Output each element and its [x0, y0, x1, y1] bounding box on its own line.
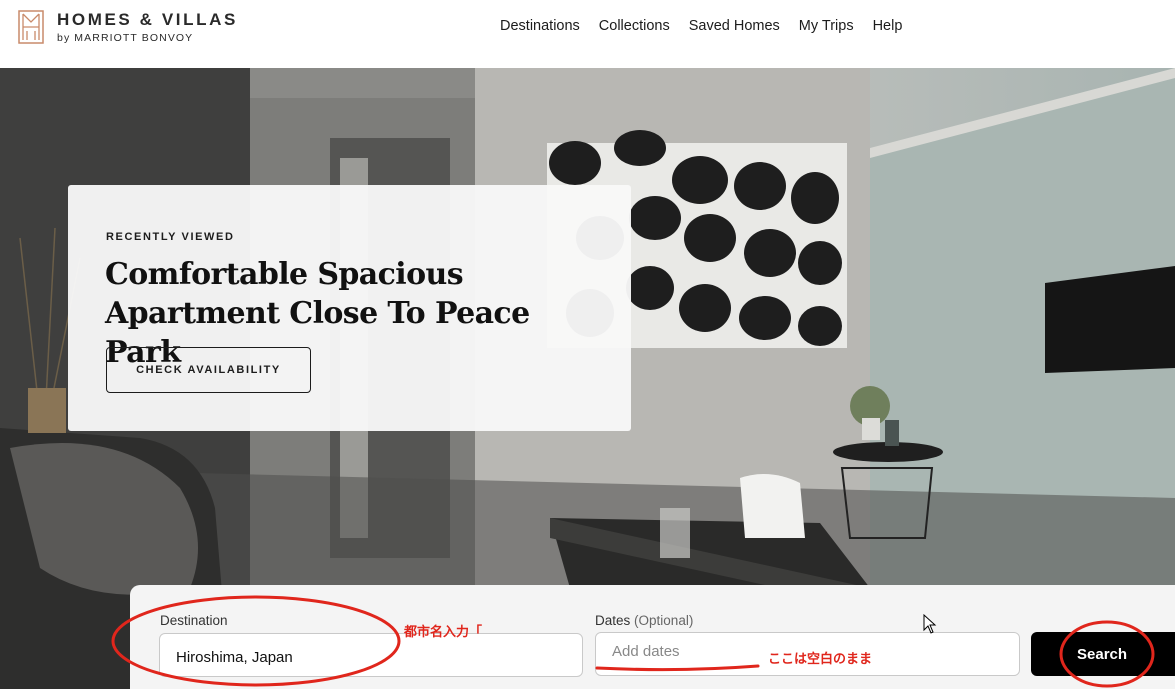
brand-subtitle: by MARRIOTT BONVOY [57, 32, 194, 44]
city-annotation-note: 都市名入力「 [404, 624, 483, 639]
main-nav: Destinations Collections Saved Homes My … [500, 18, 921, 34]
dates-annotation-note: ここは空白のまま [768, 651, 873, 666]
nav-my-trips[interactable]: My Trips [799, 18, 854, 34]
brand-title[interactable]: HOMES & VILLAS [57, 10, 238, 30]
site-header: HOMES & VILLAS by MARRIOTT BONVOY Destin… [0, 0, 1175, 68]
check-availability-button[interactable]: CHECK AVAILABILITY [106, 347, 311, 393]
destination-label: Destination [160, 613, 228, 628]
nav-saved-homes[interactable]: Saved Homes [689, 18, 780, 34]
dates-label: Dates (Optional) [595, 613, 693, 628]
homes-villas-logo-icon[interactable] [18, 10, 44, 44]
dates-label-text: Dates [595, 613, 631, 628]
nav-destinations[interactable]: Destinations [500, 18, 580, 34]
destination-input[interactable] [159, 633, 583, 677]
recently-viewed-eyebrow: RECENTLY VIEWED [106, 231, 235, 243]
nav-collections[interactable]: Collections [599, 18, 670, 34]
dates-optional-text: (Optional) [634, 613, 694, 628]
search-panel: Destination Dates (Optional) Search [130, 585, 1175, 689]
search-button[interactable]: Search [1031, 632, 1175, 676]
nav-help[interactable]: Help [873, 18, 903, 34]
recently-viewed-card: RECENTLY VIEWED Comfortable Spacious Apa… [68, 185, 631, 431]
mouse-cursor-icon [923, 614, 937, 634]
